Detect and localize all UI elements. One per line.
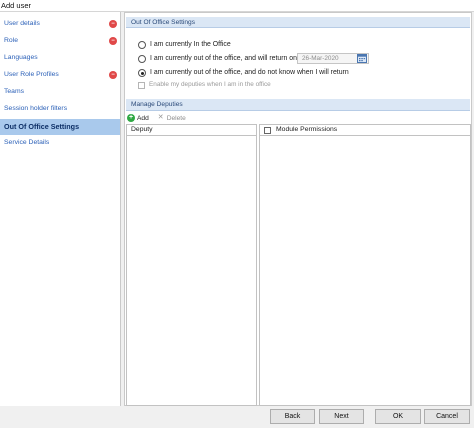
deputy-column-label: Deputy [131, 126, 153, 133]
deputy-list[interactable]: Deputy [126, 124, 257, 406]
sidebar-item-out-of-office-settings[interactable]: Out Of Office Settings [0, 119, 120, 135]
sidebar-item-session-holder-filters[interactable]: Session holder filters [0, 102, 120, 116]
return-date-value: 26-Mar-2020 [302, 55, 339, 62]
deputy-column-header[interactable]: Deputy [127, 125, 256, 136]
radio-in-office[interactable]: I am currently In the Office [138, 40, 231, 50]
delete-deputy-button[interactable]: ✕ Delete [157, 114, 186, 122]
sidebar-item-label: Service Details [4, 139, 50, 146]
sidebar: User details − Role − Languages User Rol… [0, 12, 121, 406]
radio-unknown-return[interactable]: I am currently out of the office, and do… [138, 68, 349, 78]
add-icon: + [127, 114, 135, 122]
enable-deputies-checkbox[interactable] [138, 81, 145, 89]
radio-return-on[interactable]: I am currently out of the office, and wi… [138, 54, 297, 64]
sidebar-item-label: User Role Profiles [4, 71, 59, 78]
radio-button[interactable] [138, 55, 146, 63]
dialog-footer: Back Next OK Cancel [0, 406, 474, 428]
sidebar-item-label: Teams [4, 88, 25, 95]
module-permissions-column-header[interactable]: Module Permissions [260, 125, 470, 136]
error-badge-icon: − [109, 20, 117, 28]
module-permissions-column-label: Module Permissions [276, 126, 338, 133]
sidebar-item-label: Session holder filters [4, 105, 68, 112]
sidebar-item-label: Languages [4, 54, 38, 61]
module-permissions-list[interactable]: Module Permissions [259, 124, 471, 406]
error-badge-icon: − [109, 71, 117, 79]
add-label: Add [137, 114, 149, 122]
sidebar-item-user-details[interactable]: User details − [0, 17, 120, 31]
sidebar-item-label: Role [4, 37, 18, 44]
delete-label: Delete [166, 114, 186, 122]
radio-label: I am currently out of the office, and wi… [150, 55, 297, 62]
add-deputy-button[interactable]: + Add [127, 114, 149, 122]
next-button[interactable]: Next [319, 409, 364, 424]
radio-button[interactable] [138, 41, 146, 49]
cancel-button[interactable]: Cancel [424, 409, 470, 424]
error-badge-icon: − [109, 37, 117, 45]
sidebar-item-teams[interactable]: Teams [0, 85, 120, 99]
deputies-toolbar: + Add ✕ Delete [127, 113, 194, 123]
enable-deputies-label: Enable my deputies when I am in the offi… [149, 81, 271, 88]
sidebar-item-service-details[interactable]: Service Details [0, 136, 120, 150]
calendar-icon[interactable] [357, 54, 367, 63]
sidebar-item-languages[interactable]: Languages [0, 51, 120, 65]
manage-deputies-section-header: Manage Deputies [126, 99, 470, 111]
sidebar-item-label: Out Of Office Settings [4, 122, 80, 131]
sidebar-item-role[interactable]: Role − [0, 34, 120, 48]
radio-label: I am currently In the Office [150, 41, 231, 48]
sidebar-item-label: User details [4, 20, 40, 27]
radio-label: I am currently out of the office, and do… [150, 69, 349, 76]
out-of-office-section-header: Out Of Office Settings [126, 17, 470, 28]
sidebar-item-user-role-profiles[interactable]: User Role Profiles − [0, 68, 120, 82]
title-bar: Add user [0, 0, 474, 12]
ok-button[interactable]: OK [375, 409, 421, 424]
enable-deputies-checkbox-row[interactable]: Enable my deputies when I am in the offi… [138, 80, 271, 90]
window-title: Add user [1, 1, 32, 10]
radio-button-selected[interactable] [138, 69, 146, 77]
main-panel: Out Of Office Settings I am currently In… [124, 12, 472, 406]
select-all-permissions-checkbox[interactable] [264, 126, 271, 134]
delete-icon: ✕ [157, 114, 164, 121]
back-button[interactable]: Back [270, 409, 315, 424]
